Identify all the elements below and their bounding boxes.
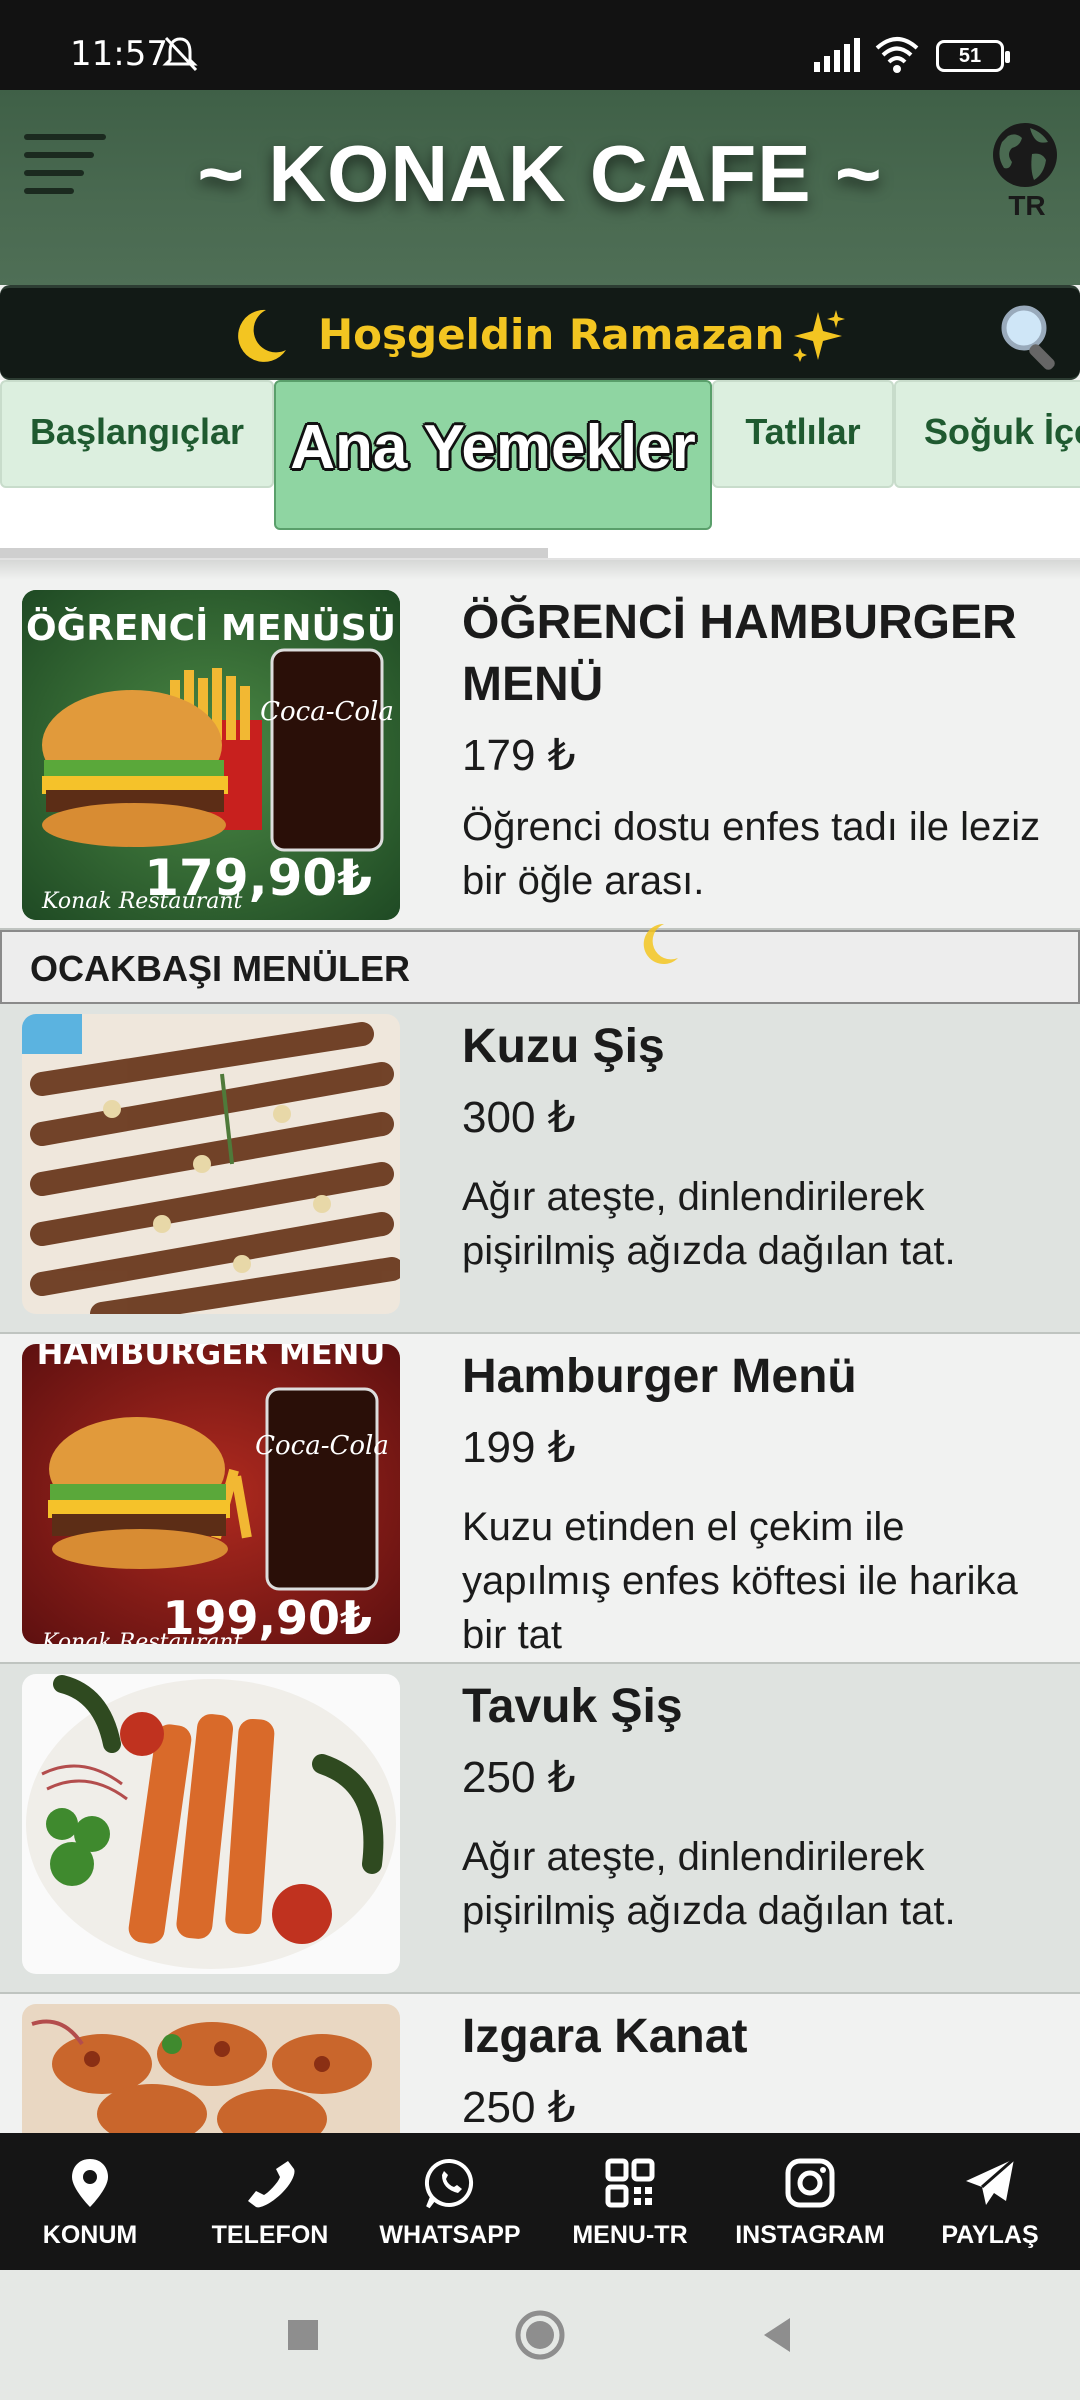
item-description: Kuzu etinden el çekim ile yapılmış enfes… [462, 1505, 1018, 1657]
crescent-moon-icon [238, 309, 286, 362]
tabs-shadow [0, 558, 1080, 580]
item-description: Ağır ateşte, dinlendirilerek pişirilmiş … [462, 1175, 956, 1273]
bell-muted-icon [162, 36, 198, 72]
sparkles-icon [793, 310, 845, 362]
wifi-icon [875, 37, 919, 73]
home-icon[interactable] [513, 2308, 567, 2362]
tab-scroll-indicator [0, 548, 548, 558]
nav-label: PAYLAŞ [941, 2221, 1039, 2249]
recent-apps-icon[interactable] [276, 2308, 330, 2362]
svg-text:Coca-Cola: Coca-Cola [255, 1431, 389, 1461]
crescent-moon-icon [643, 923, 678, 964]
nav-label: TELEFON [211, 2221, 329, 2249]
menu-item-izgara-kanat[interactable]: Izgara Kanat 250 ₺ [0, 1994, 1080, 2133]
nav-instagram[interactable]: INSTAGRAM [720, 2155, 900, 2250]
nav-label: INSTAGRAM [735, 2221, 885, 2249]
image-title-text: HAMBURGER MENÜ [37, 1344, 386, 1372]
image-footer-text: Konak Restaurant [41, 889, 243, 914]
nav-whatsapp[interactable]: WHATSAPP [360, 2155, 540, 2250]
system-navigation-bar [0, 2270, 1080, 2400]
menu-item-kuzu-sis[interactable]: Kuzu Şiş 300 ₺ Ağır ateşte, dinlendirile… [0, 1004, 1080, 1334]
menu-item-tavuk-sis[interactable]: Tavuk Şiş 250 ₺ Ağır ateşte, dinlendiril… [0, 1664, 1080, 1994]
app-header: ~ KONAK CAFE ~ TR [0, 90, 1080, 285]
page-title: ~ KONAK CAFE ~ [197, 129, 883, 218]
item-price: 250 ₺ [462, 2083, 576, 2132]
item-image: Coca-Cola ÖĞRENCİ MENÜSÜ 179,90₺ Konak R… [22, 590, 400, 920]
whatsapp-icon [424, 2158, 474, 2209]
nav-label: KONUM [42, 2221, 138, 2249]
nav-menu-tr[interactable]: MENU-TR [540, 2155, 720, 2250]
tab-baslangiclar[interactable]: Başlangıçlar [0, 380, 274, 488]
back-icon[interactable] [750, 2308, 804, 2362]
item-image [22, 1674, 400, 1974]
image-title-text: ÖĞRENCİ MENÜSÜ [26, 607, 396, 649]
item-name: Izgara Kanat [462, 2010, 748, 2063]
menu-item-hamburger-menu[interactable]: Coca-Cola HAMBURGER MENÜ 199,90₺ Konak R… [0, 1334, 1080, 1664]
item-price: 250 ₺ [462, 1753, 576, 1802]
tab-ana-yemekler[interactable]: Ana Yemekler [274, 380, 712, 530]
battery-icon: 51 [936, 40, 1010, 72]
bottom-action-bar: KONUM TELEFON WHATSAPP MENU-TR INSTAGRAM [0, 2133, 1080, 2270]
status-bar: 11:57 51 [0, 0, 1080, 90]
category-tabs: Başlangıçlar Ana Yemekler Tatlılar Soğuk… [0, 380, 1080, 560]
language-label[interactable]: TR [992, 190, 1062, 222]
item-price: 179 ₺ [462, 731, 576, 780]
nav-konum[interactable]: KONUM [0, 2155, 180, 2250]
section-title: OCAKBAŞI MENÜLER [30, 948, 411, 989]
nav-paylas[interactable]: PAYLAŞ [900, 2155, 1080, 2250]
menu-list[interactable]: Coca-Cola ÖĞRENCİ MENÜSÜ 179,90₺ Konak R… [0, 580, 1080, 2133]
banner-text: Hoşgeldin Ramazan [318, 310, 785, 359]
send-icon [966, 2157, 1015, 2205]
item-image: Coca-Cola HAMBURGER MENÜ 199,90₺ Konak R… [22, 1344, 400, 1644]
location-pin-icon [72, 2159, 108, 2207]
item-name: ÖĞRENCİ HAMBURGER MENÜ [462, 596, 1017, 711]
item-price: 300 ₺ [462, 1093, 576, 1142]
menu-item-ogrenci-hamburger[interactable]: Coca-Cola ÖĞRENCİ MENÜSÜ 179,90₺ Konak R… [0, 580, 1080, 930]
image-footer-text: Konak Restaurant [41, 1630, 243, 1644]
item-name: Kuzu Şiş [462, 1020, 665, 1073]
status-time: 11:57 [70, 34, 168, 74]
nav-telefon[interactable]: TELEFON [180, 2155, 360, 2250]
item-name: Hamburger Menü [462, 1350, 857, 1403]
search-icon[interactable] [996, 300, 1068, 372]
ramadan-banner: Hoşgeldin Ramazan [0, 285, 1080, 380]
qr-code-icon [605, 2158, 655, 2208]
signal-icon [814, 38, 860, 72]
globe-icon[interactable] [990, 120, 1060, 190]
item-name: Tavuk Şiş [462, 1680, 683, 1733]
tab-tatlilar[interactable]: Tatlılar [712, 380, 894, 488]
item-description: Öğrenci dostu enfes tadı ile leziz bir ö… [462, 805, 1041, 903]
instagram-icon [785, 2158, 835, 2208]
item-image [22, 1014, 400, 1314]
battery-level: 51 [958, 45, 982, 67]
phone-icon [248, 2161, 295, 2208]
nav-label: MENU-TR [572, 2221, 688, 2249]
tab-soguk-icecekler[interactable]: Soğuk İçecekler [894, 380, 1080, 488]
section-header: OCAKBAŞI MENÜLER [0, 923, 1080, 1004]
item-price: 199 ₺ [462, 1423, 576, 1472]
item-image [22, 2004, 400, 2133]
item-description: Ağır ateşte, dinlendirilerek pişirilmiş … [462, 1835, 956, 1933]
svg-text:Coca-Cola: Coca-Cola [260, 697, 394, 727]
nav-label: WHATSAPP [379, 2221, 521, 2249]
